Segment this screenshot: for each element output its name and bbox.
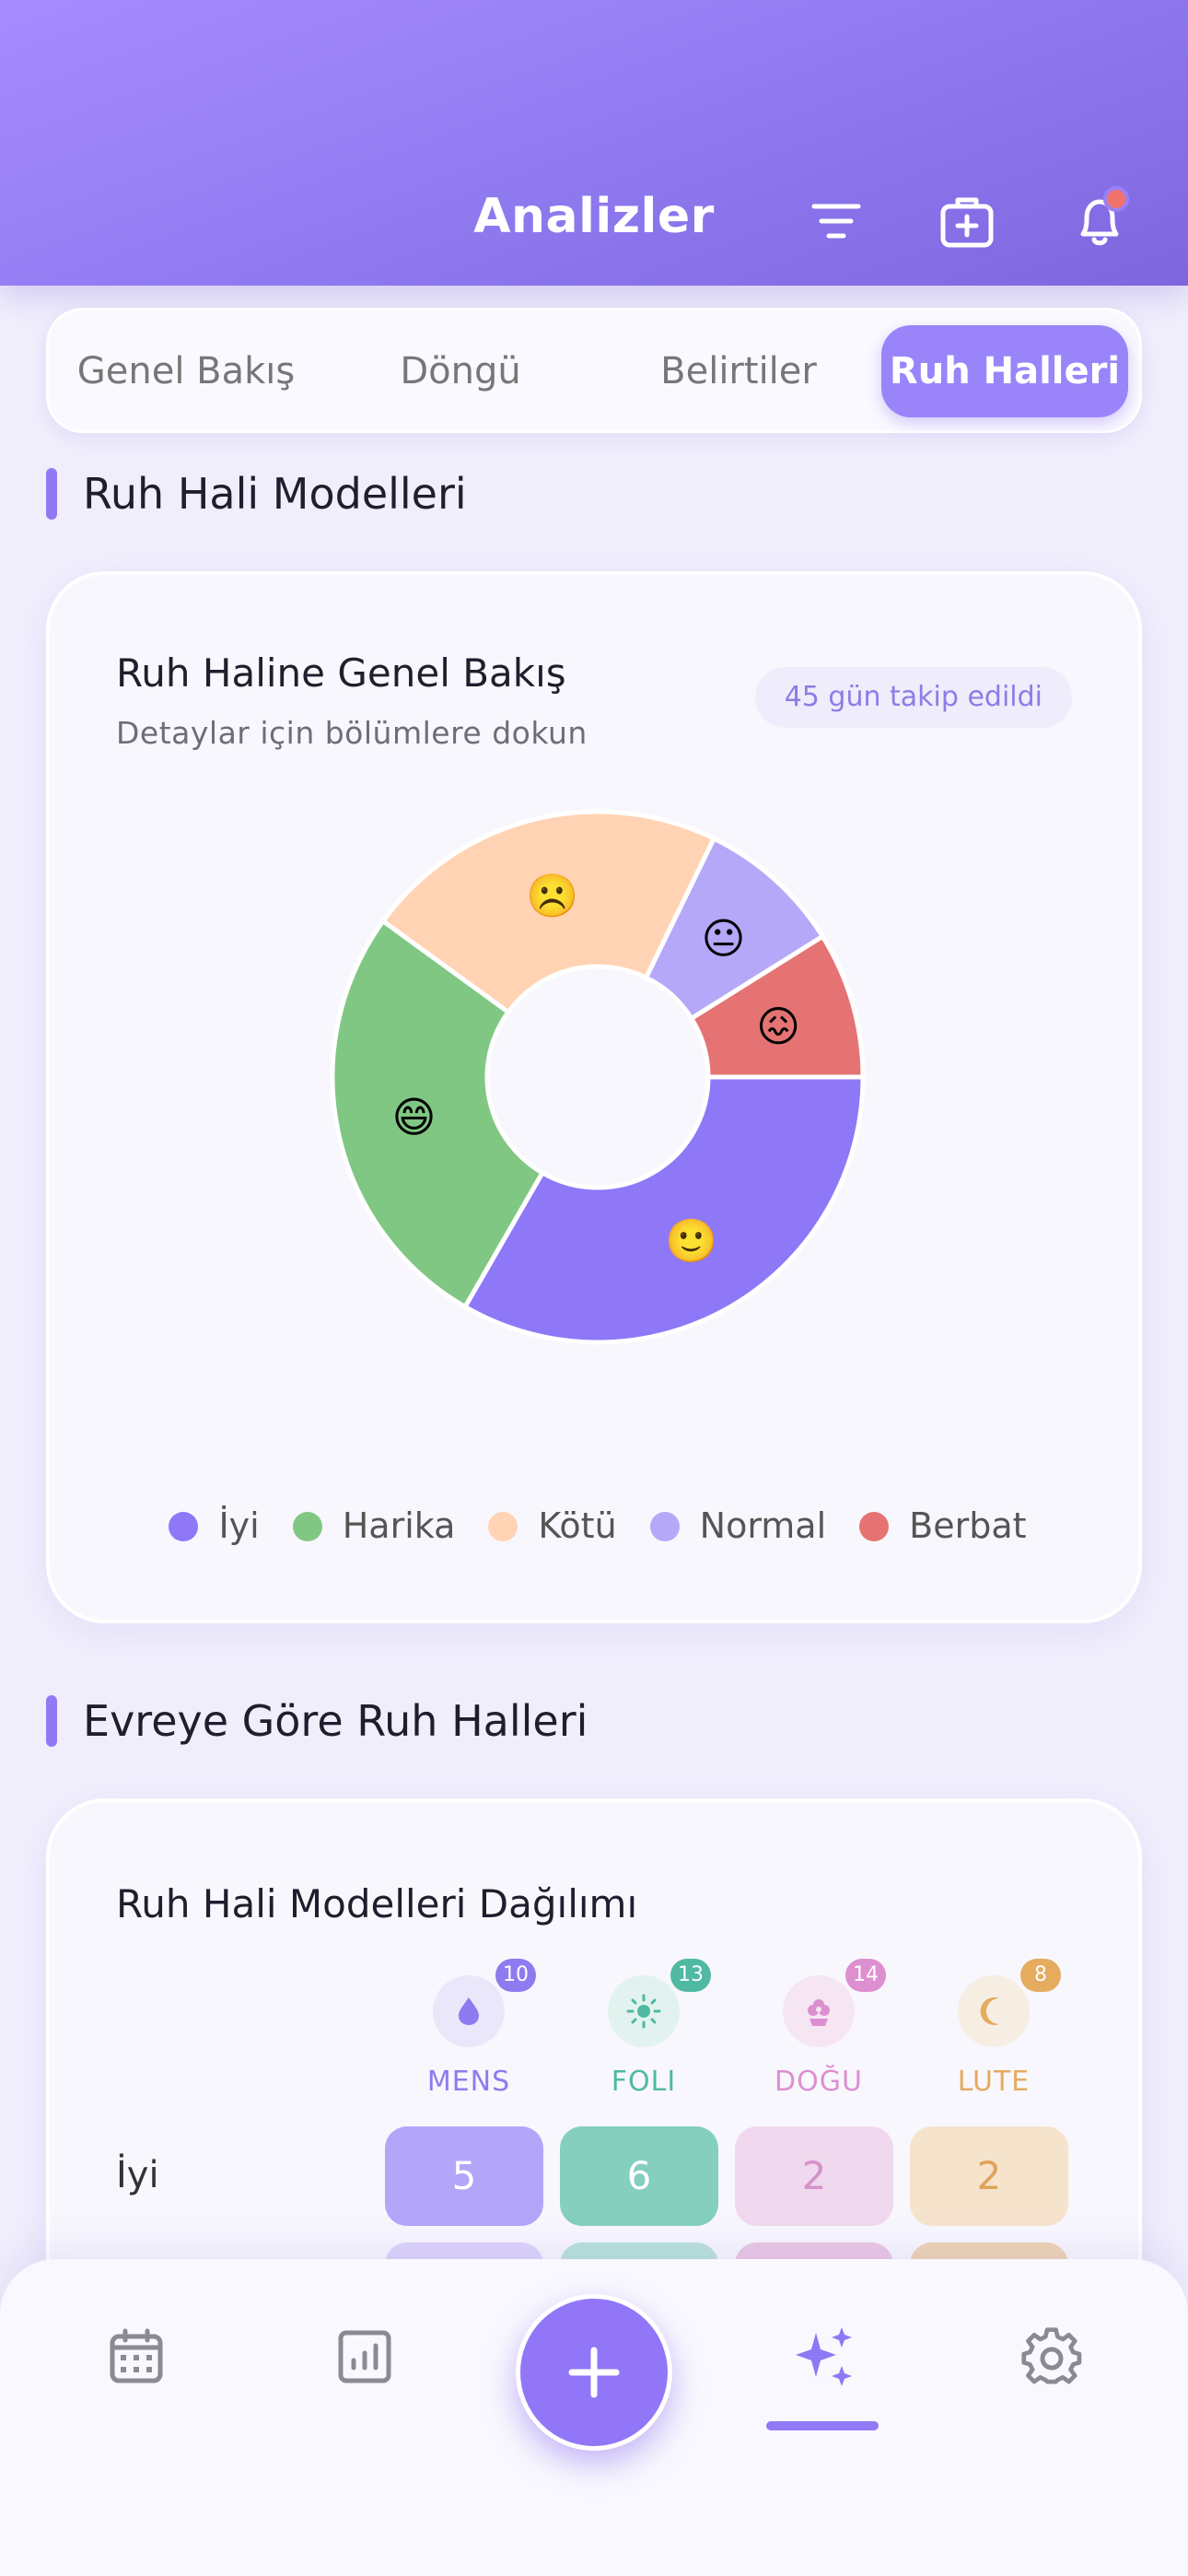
tab-symptoms[interactable]: Belirtiler xyxy=(605,325,872,417)
gear-icon[interactable] xyxy=(1020,2325,1083,2388)
moon-icon-wrap: 8 xyxy=(958,1959,1061,2047)
phase-mens[interactable]: 10 MENS xyxy=(390,1959,547,2098)
section-accent-bar xyxy=(46,468,57,520)
phase-label: FOLI xyxy=(611,2066,677,2098)
phase-count-badge: 10 xyxy=(495,1959,536,1992)
medical-kit-icon[interactable] xyxy=(938,192,996,251)
chart-legend: İyi Harika Kötü Normal Berbat xyxy=(50,1505,1146,1546)
mood-phase-cell[interactable]: 5 xyxy=(385,2126,543,2226)
filter-icon[interactable] xyxy=(807,192,866,251)
phase-lute[interactable]: 8 LUTE xyxy=(915,1959,1072,2098)
chart-icon[interactable] xyxy=(333,2325,396,2388)
legend-item[interactable]: İyi xyxy=(169,1505,260,1546)
slice-emoji: 😖 xyxy=(756,1001,800,1051)
tab-moods[interactable]: Ruh Halleri xyxy=(881,325,1128,417)
add-button[interactable] xyxy=(516,2294,672,2451)
phase-count-badge: 13 xyxy=(670,1959,711,1992)
flower-icon xyxy=(808,1999,830,2026)
legend-item[interactable]: Harika xyxy=(292,1505,456,1546)
section-title-mood-patterns: Ruh Hali Modelleri xyxy=(46,468,467,520)
drop-icon xyxy=(459,1997,479,2025)
notification-dot xyxy=(1103,186,1129,212)
phase-dogu[interactable]: 14 DOĞU xyxy=(740,1959,897,2098)
card-title: Ruh Haline Genel Bakış xyxy=(116,650,566,696)
section-accent-bar xyxy=(46,1695,57,1747)
legend-label: İyi xyxy=(218,1505,260,1546)
phase-label: DOĞU xyxy=(775,2066,863,2098)
tab-overview[interactable]: Genel Bakış xyxy=(62,325,310,417)
slice-emoji: ☹️ xyxy=(526,871,578,920)
donut-slice-İyi[interactable] xyxy=(461,1074,866,1345)
legend-label: Harika xyxy=(342,1505,456,1546)
legend-dot xyxy=(649,1512,680,1541)
drop-icon-wrap: 10 xyxy=(433,1959,536,2047)
mood-overview-card: Ruh Haline Genel Bakış Detaylar için böl… xyxy=(46,571,1142,1623)
legend-item[interactable]: Berbat xyxy=(859,1505,1027,1546)
legend-label: Berbat xyxy=(909,1505,1027,1546)
mood-phase-cell[interactable]: 6 xyxy=(560,2126,718,2226)
section-title-text: Evreye Göre Ruh Halleri xyxy=(83,1696,588,1746)
phase-foli[interactable]: 13 FOLI xyxy=(565,1959,722,2098)
header: Analizler xyxy=(0,0,1188,286)
flower-icon-wrap: 14 xyxy=(783,1959,886,2047)
bell-icon[interactable] xyxy=(1070,186,1129,251)
phase-label: MENS xyxy=(426,2066,511,2098)
plus-icon xyxy=(568,2347,620,2398)
calendar-icon[interactable] xyxy=(105,2325,168,2388)
tab-bar: Genel Bakış Döngü Belirtiler Ruh Halleri xyxy=(46,308,1142,433)
bottom-navigation xyxy=(0,2259,1188,2576)
phase-count-badge: 8 xyxy=(1020,1959,1061,1992)
sun-icon xyxy=(626,1994,661,2029)
legend-dot xyxy=(292,1512,322,1541)
mood-phase-cell[interactable]: 2 xyxy=(910,2126,1068,2226)
legend-item[interactable]: Normal xyxy=(649,1505,827,1546)
phase-count-badge: 14 xyxy=(845,1959,886,1992)
legend-dot xyxy=(859,1512,890,1541)
mood-donut-chart[interactable]: 🙂 😄 ☹️ 😐😖 xyxy=(326,805,869,1349)
tab-cycle[interactable]: Döngü xyxy=(336,325,585,417)
sparkles-icon[interactable] xyxy=(788,2322,862,2395)
legend-dot xyxy=(488,1512,518,1541)
legend-label: Normal xyxy=(699,1505,827,1546)
page-title: Analizler xyxy=(473,189,715,244)
tracked-days-badge: 45 gün takip edildi xyxy=(754,667,1072,728)
section-title-text: Ruh Hali Modelleri xyxy=(83,469,467,519)
legend-label: Kötü xyxy=(538,1505,617,1546)
legend-item[interactable]: Kötü xyxy=(488,1505,617,1546)
active-nav-indicator xyxy=(766,2421,879,2430)
card-title: Ruh Hali Modelleri Dağılımı xyxy=(116,1881,638,1926)
mood-phase-cell[interactable]: 2 xyxy=(735,2126,893,2226)
sun-icon-wrap: 13 xyxy=(608,1959,711,2047)
row-label: İyi xyxy=(116,2154,159,2196)
slice-emoji: 🙂 xyxy=(665,1216,717,1266)
section-title-moods-by-phase: Evreye Göre Ruh Halleri xyxy=(46,1695,588,1747)
moon-icon xyxy=(980,1997,999,2025)
slice-emoji: 😐 xyxy=(702,913,746,963)
slice-emoji: 😄 xyxy=(391,1092,436,1142)
phase-label: LUTE xyxy=(957,2066,1031,2098)
legend-dot xyxy=(169,1512,199,1541)
card-subtitle: Detaylar için bölümlere dokun xyxy=(116,715,588,751)
